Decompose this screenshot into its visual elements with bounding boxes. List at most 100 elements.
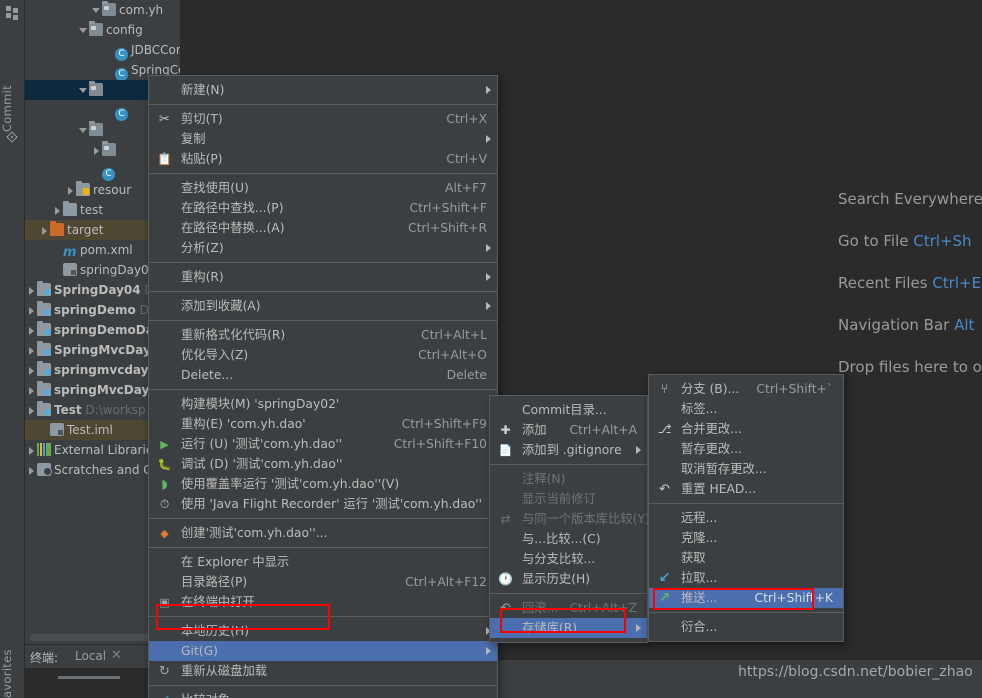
context-menu-item[interactable]: 优化导入(Z) Ctrl+Alt+O [149,345,497,365]
repository-submenu-item[interactable]: 远程... [649,508,843,528]
git-submenu-item-label: 添加 [522,423,547,437]
context-menu-item[interactable]: 在路径中替换...(A) Ctrl+Shift+R [149,218,497,238]
context-menu-item[interactable]: 创建'测试'com.yh.dao''... [149,523,497,543]
repository-submenu-item[interactable]: 克隆... [649,528,843,548]
context-menu-item-label: 新建(N) [181,83,225,97]
repository-submenu-item[interactable]: 取消暂存更改... [649,459,843,479]
git-submenu-item: 显示当前修订 [490,489,647,509]
context-menu-item[interactable]: 调试 (D) '测试'com.yh.dao'' [149,454,497,474]
context-menu-item[interactable]: 比较对象... [149,690,497,698]
repository-submenu-item[interactable]: 分支 (B)... Ctrl+Shift+` [649,379,843,399]
context-menu-item[interactable]: 查找使用(U) Alt+F7 [149,178,497,198]
commit-tool-label[interactable]: Commit [0,32,25,132]
gitignore-icon [498,443,513,457]
git-submenu[interactable]: Commit目录... 添加 Ctrl+Alt+A 添加到 .gitignore 注释(… [489,395,650,643]
git-submenu-item: 回滚... Ctrl+Alt+Z [490,598,647,618]
context-menu[interactable]: 新建(N) 剪切(T) Ctrl+X 复制粘贴(P) Ctrl+V 查找使用(U) Alt+… [148,75,498,698]
repository-submenu-item-shortcut: Ctrl+Shift+` [756,382,833,396]
git-submenu-item[interactable]: 添加 Ctrl+Alt+A [490,420,647,440]
repository-submenu-item[interactable]: 暂存更改... [649,439,843,459]
terminal-tab-local[interactable]: Local [75,649,106,663]
repository-submenu-item[interactable]: 拉取... [649,568,843,588]
chevron-right-icon[interactable] [27,406,36,415]
git-submenu-item[interactable]: 与...比较...(C) [490,529,647,549]
git-submenu-item[interactable]: 显示历史(H) [490,569,647,589]
context-menu-item[interactable]: 粘贴(P) Ctrl+V [149,149,497,169]
context-menu-item[interactable]: 分析(Z) [149,238,497,258]
context-menu-item-label: 目录路径(P) [181,575,248,589]
repository-submenu-item[interactable]: 推送... Ctrl+Shift+K [649,588,843,608]
context-menu-item[interactable]: 剪切(T) Ctrl+X [149,109,497,129]
repository-submenu-item[interactable]: 标签... [649,399,843,419]
close-icon[interactable]: ✕ [111,648,122,663]
context-menu-item-label: 比较对象... [181,693,242,698]
tree-row[interactable]: com.yh [25,0,180,20]
context-menu-item[interactable]: 运行 (U) '测试'com.yh.dao'' Ctrl+Shift+F10 [149,434,497,454]
context-menu-item[interactable]: 在 Explorer 中显示 [149,552,497,572]
context-menu-item[interactable]: 构建模块(M) 'springDay02' [149,394,497,414]
repository-submenu[interactable]: 分支 (B)... Ctrl+Shift+` 标签... 合并更改... 暂存更改...… [648,374,844,642]
compare-icon [157,693,172,698]
context-menu-item[interactable]: 重构(R) [149,267,497,287]
context-menu-item-shortcut: Ctrl+V [446,152,487,166]
chevron-right-icon [486,244,491,252]
menu-separator [649,503,843,504]
context-menu-item[interactable]: 在终端中打开 [149,592,497,612]
chevron-down-icon[interactable] [79,86,88,95]
tree-row-label: test [80,203,104,217]
chevron-right-icon[interactable] [53,206,62,215]
favorites-tool-label[interactable]: avorites [0,620,25,698]
menu-separator [649,612,843,613]
context-menu-item-label: 调试 (D) '测试'com.yh.dao'' [181,457,343,471]
chevron-right-icon[interactable] [40,226,49,235]
merge-icon [657,422,672,436]
repository-submenu-item[interactable]: 合并更改... [649,419,843,439]
chevron-down-icon[interactable] [92,6,101,15]
repository-submenu-item-label: 重置 HEAD... [681,482,757,496]
git-submenu-item[interactable]: 存储库(R) [490,618,647,638]
context-menu-item[interactable]: 使用 'Java Flight Recorder' 运行 '测试'com.yh.… [149,494,497,514]
context-menu-item[interactable]: 使用覆盖率运行 '测试'com.yh.dao''(V) [149,474,497,494]
context-menu-item[interactable]: 新建(N) [149,80,497,100]
structure-icon[interactable] [6,6,19,20]
git-submenu-item[interactable]: 添加到 .gitignore [490,440,647,460]
chevron-right-icon[interactable] [27,446,36,455]
context-menu-item[interactable]: Git(G) [149,641,497,661]
chevron-right-icon[interactable] [27,466,36,475]
context-menu-item[interactable]: 添加到收藏(A) [149,296,497,316]
clipboard-icon [157,152,172,166]
git-submenu-item[interactable]: 与分支比较... [490,549,647,569]
git-submenu-item-label: 添加到 .gitignore [522,443,622,457]
repository-submenu-item[interactable]: 衍合... [649,617,843,637]
chevron-right-icon[interactable] [92,146,101,155]
chevron-right-icon[interactable] [27,286,36,295]
context-menu-item[interactable]: 复制 [149,129,497,149]
chevron-right-icon[interactable] [27,306,36,315]
context-menu-item[interactable]: 在路径中查找...(P) Ctrl+Shift+F [149,198,497,218]
repository-submenu-item[interactable]: 获取 [649,548,843,568]
chevron-right-icon[interactable] [27,366,36,375]
chevron-right-icon[interactable] [27,346,36,355]
context-menu-item[interactable]: 重新格式化代码(R) Ctrl+Alt+L [149,325,497,345]
context-menu-item[interactable]: 重构(E) 'com.yh.dao' Ctrl+Shift+F9 [149,414,497,434]
chevron-right-icon [486,302,491,310]
repository-submenu-item[interactable]: 重置 HEAD... [649,479,843,499]
context-menu-item[interactable]: Delete... Delete [149,365,497,385]
chevron-right-icon[interactable] [66,186,75,195]
chevron-down-icon[interactable] [79,126,88,135]
git-submenu-item[interactable]: Commit目录... [490,400,647,420]
chevron-down-icon[interactable] [79,26,88,35]
chevron-right-icon [486,273,491,281]
chevron-right-icon[interactable] [27,326,36,335]
hint-shortcut: Ctrl+Sh [913,232,972,250]
context-menu-item[interactable]: 本地历史(H) [149,621,497,641]
tree-row[interactable]: config [25,20,180,40]
hint-label: Navigation Bar [838,316,950,334]
module-icon [37,401,51,416]
context-menu-item[interactable]: 重新从磁盘加载 [149,661,497,681]
context-menu-item[interactable]: 目录路径(P) Ctrl+Alt+F12 [149,572,497,592]
chevron-right-icon[interactable] [27,386,36,395]
tree-row-label: com.yh [119,3,164,17]
tree-row[interactable]: CJDBCConfig [25,40,180,61]
git-submenu-item-label: 显示当前修订 [522,492,596,506]
